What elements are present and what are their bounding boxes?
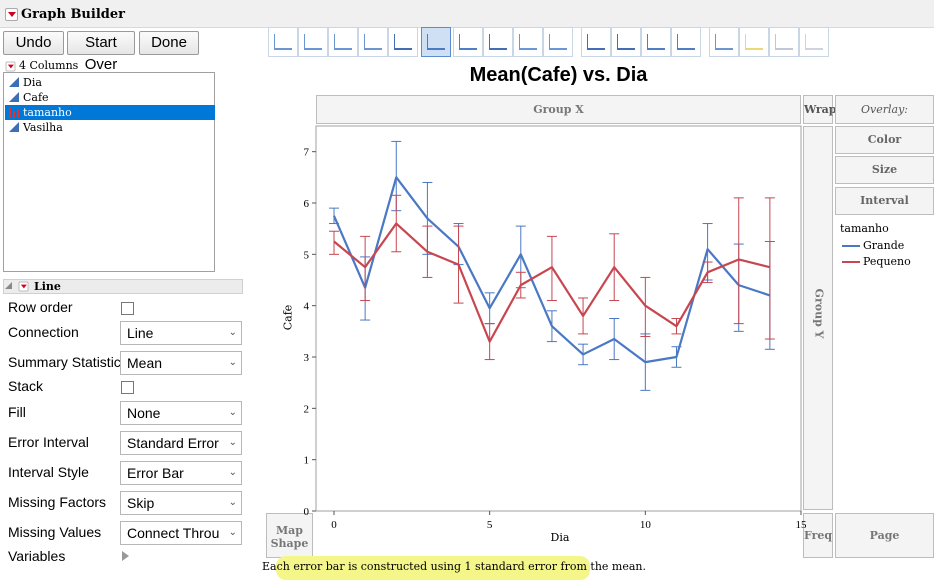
footnote: Each error bar is constructed using 1 st…	[262, 560, 646, 573]
y-tick-label: 6	[304, 198, 310, 210]
y-tick-label: 4	[304, 301, 310, 313]
y-tick-label: 1	[304, 455, 310, 467]
x-tick-label: 15	[796, 519, 808, 531]
y-tick-label: 2	[304, 403, 310, 415]
y-tick-label: 5	[304, 249, 310, 261]
x-tick-label: 5	[487, 519, 493, 531]
x-tick-label: 10	[640, 519, 652, 531]
y-tick-label: 3	[304, 352, 310, 364]
line-chart: 0 1 2 3 4 5 6 7 0 5 10 15	[304, 125, 808, 531]
y-tick-label: 7	[304, 147, 310, 159]
x-tick-label: 0	[331, 519, 337, 531]
y-tick-label: 0	[304, 506, 310, 518]
plot-area	[315, 125, 802, 512]
